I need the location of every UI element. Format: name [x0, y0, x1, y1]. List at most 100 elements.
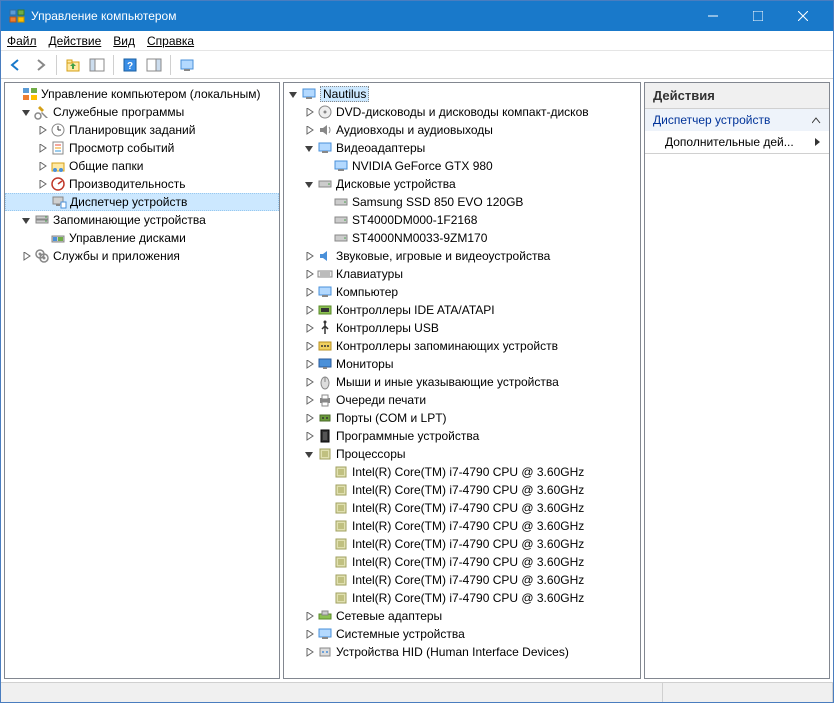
expander-icon[interactable] [302, 447, 316, 461]
expander-icon[interactable] [302, 285, 316, 299]
back-button[interactable] [5, 54, 27, 76]
ide-icon [317, 302, 333, 318]
tree-disk-management[interactable]: Управление дисками [5, 229, 279, 247]
expander-icon[interactable] [302, 105, 316, 119]
device-item[interactable]: ST4000NM0033-9ZM170 [284, 229, 640, 247]
disk-icon [333, 230, 349, 246]
expander-icon[interactable] [302, 393, 316, 407]
device-item[interactable]: ST4000DM000-1F2168 [284, 211, 640, 229]
tree-shared-folders[interactable]: Общие папки [5, 157, 279, 175]
video-icon [333, 158, 349, 174]
device-item[interactable]: Intel(R) Core(TM) i7-4790 CPU @ 3.60GHz [284, 571, 640, 589]
cpu-icon [333, 536, 349, 552]
expander-icon[interactable] [302, 141, 316, 155]
device-item[interactable]: Intel(R) Core(TM) i7-4790 CPU @ 3.60GHz [284, 463, 640, 481]
expander-icon[interactable] [302, 627, 316, 641]
menu-view[interactable]: Вид [113, 34, 135, 48]
device-category-monitors[interactable]: Мониторы [284, 355, 640, 373]
expander-icon[interactable] [302, 357, 316, 371]
tree-device-manager[interactable]: Диспетчер устройств [5, 193, 279, 211]
device-category-mice[interactable]: Мыши и иные указывающие устройства [284, 373, 640, 391]
device-category-keyboards[interactable]: Клавиатуры [284, 265, 640, 283]
show-hide-tree-button[interactable] [86, 54, 108, 76]
expander-icon[interactable] [302, 267, 316, 281]
device-category-computer_cat[interactable]: Компьютер [284, 283, 640, 301]
device-category-ports[interactable]: Порты (COM и LPT) [284, 409, 640, 427]
device-category-software_devices[interactable]: Программные устройства [284, 427, 640, 445]
minimize-button[interactable] [690, 1, 735, 31]
properties-button[interactable] [176, 54, 198, 76]
expander-icon[interactable] [302, 249, 316, 263]
expander-icon[interactable] [302, 303, 316, 317]
tree-system-tools[interactable]: Служебные программы [5, 103, 279, 121]
tree-event-viewer[interactable]: Просмотр событий [5, 139, 279, 157]
device-tree[interactable]: Nautilus DVD-дисководы и дисководы компа… [283, 82, 641, 679]
device-category-system_devices[interactable]: Системные устройства [284, 625, 640, 643]
expander-icon[interactable] [302, 609, 316, 623]
expander-icon[interactable] [302, 645, 316, 659]
actions-panel-title[interactable]: Диспетчер устройств [645, 109, 829, 131]
device-item[interactable]: Intel(R) Core(TM) i7-4790 CPU @ 3.60GHz [284, 517, 640, 535]
device-root[interactable]: Nautilus [284, 85, 640, 103]
expander-icon[interactable] [35, 177, 49, 191]
device-item[interactable]: Intel(R) Core(TM) i7-4790 CPU @ 3.60GHz [284, 481, 640, 499]
expander-icon[interactable] [302, 123, 316, 137]
device-category-ide[interactable]: Контроллеры IDE ATA/ATAPI [284, 301, 640, 319]
expander-icon[interactable] [35, 123, 49, 137]
device-category-disk_devices[interactable]: Дисковые устройства [284, 175, 640, 193]
forward-button[interactable] [29, 54, 51, 76]
close-button[interactable] [780, 1, 825, 31]
computer-icon [301, 86, 317, 102]
console-tree[interactable]: Управление компьютером (локальным) Служе… [4, 82, 280, 679]
expander-icon[interactable] [302, 177, 316, 191]
cpu-icon [333, 572, 349, 588]
tree-services-apps[interactable]: Службы и приложения [5, 247, 279, 265]
device-category-sound[interactable]: Звуковые, игровые и видеоустройства [284, 247, 640, 265]
menu-help[interactable]: Справка [147, 34, 194, 48]
expander-icon[interactable] [19, 213, 33, 227]
cpu-icon [333, 518, 349, 534]
help-button[interactable]: ? [119, 54, 141, 76]
device-category-video_adapters[interactable]: Видеоадаптеры [284, 139, 640, 157]
actions-pane: Действия Диспетчер устройств Дополнитель… [644, 82, 830, 679]
tree-performance[interactable]: Производительность [5, 175, 279, 193]
device-item[interactable]: Intel(R) Core(TM) i7-4790 CPU @ 3.60GHz [284, 553, 640, 571]
clock-icon [50, 122, 66, 138]
menu-action[interactable]: Действие [49, 34, 102, 48]
expander-icon[interactable] [35, 159, 49, 173]
expander-icon[interactable] [302, 411, 316, 425]
device-item[interactable]: Intel(R) Core(TM) i7-4790 CPU @ 3.60GHz [284, 589, 640, 607]
actions-more[interactable]: Дополнительные дей... [645, 131, 829, 153]
usb-icon [317, 320, 333, 336]
maximize-button[interactable] [735, 1, 780, 31]
device-category-dvd[interactable]: DVD-дисководы и дисководы компакт-дисков [284, 103, 640, 121]
expander-icon[interactable] [302, 375, 316, 389]
tree-storage[interactable]: Запоминающие устройства [5, 211, 279, 229]
action-pane-button[interactable] [143, 54, 165, 76]
device-category-usb[interactable]: Контроллеры USB [284, 319, 640, 337]
expander-icon[interactable] [286, 87, 300, 101]
device-category-audio[interactable]: Аудиовходы и аудиовыходы [284, 121, 640, 139]
up-button[interactable] [62, 54, 84, 76]
performance-icon [50, 176, 66, 192]
device-category-storage_ctrl[interactable]: Контроллеры запоминающих устройств [284, 337, 640, 355]
device-item[interactable]: NVIDIA GeForce GTX 980 [284, 157, 640, 175]
device-item[interactable]: Samsung SSD 850 EVO 120GB [284, 193, 640, 211]
device-item[interactable]: Intel(R) Core(TM) i7-4790 CPU @ 3.60GHz [284, 499, 640, 517]
expander-icon[interactable] [302, 321, 316, 335]
cpu-icon [333, 464, 349, 480]
collapse-icon [812, 116, 821, 125]
expander-icon[interactable] [302, 339, 316, 353]
expander-icon[interactable] [302, 429, 316, 443]
device-category-print_queues[interactable]: Очереди печати [284, 391, 640, 409]
tree-root[interactable]: Управление компьютером (локальным) [5, 85, 279, 103]
device-category-hid[interactable]: Устройства HID (Human Interface Devices) [284, 643, 640, 661]
device-category-processors[interactable]: Процессоры [284, 445, 640, 463]
expander-icon[interactable] [19, 105, 33, 119]
expander-icon[interactable] [19, 249, 33, 263]
expander-icon[interactable] [35, 141, 49, 155]
device-category-network[interactable]: Сетевые адаптеры [284, 607, 640, 625]
menu-file[interactable]: Файл [7, 34, 37, 48]
device-item[interactable]: Intel(R) Core(TM) i7-4790 CPU @ 3.60GHz [284, 535, 640, 553]
tree-task-scheduler[interactable]: Планировщик заданий [5, 121, 279, 139]
